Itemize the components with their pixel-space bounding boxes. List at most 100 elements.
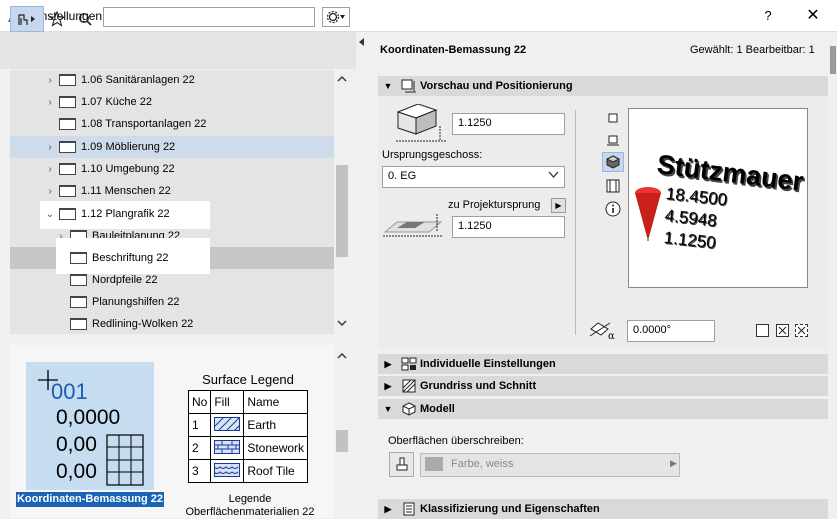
view-3d-icon[interactable] [602, 152, 624, 172]
help-button[interactable]: ? [756, 6, 780, 26]
collapse-left-icon[interactable] [359, 38, 365, 46]
folder-icon [59, 163, 76, 175]
panel-divider[interactable] [356, 32, 368, 518]
folder-icon [59, 141, 76, 153]
cross-box-checkbox[interactable] [776, 324, 789, 337]
tree-item[interactable]: › 1.07 Küche 22 [10, 91, 334, 113]
section-klassifizierung-header[interactable]: ▶ Klassifizierung und Eigenschaften [378, 499, 828, 519]
settings-gear-icon[interactable] [322, 7, 350, 27]
tree-scroll-thumb[interactable] [336, 165, 348, 257]
project-origin-toggle[interactable]: ▶ [551, 198, 566, 213]
favorites-star-icon[interactable] [45, 6, 69, 32]
legend-table[interactable]: No Fill Name 1 Earth 2 Stonework 3 Roof … [187, 390, 309, 483]
right-scrollbar[interactable] [829, 32, 837, 518]
legend-header-name: Name [243, 390, 309, 414]
surface-select[interactable]: Farbe, weiss [420, 453, 680, 477]
tree-item-selected[interactable]: › 1.09 Möblierung 22 [10, 136, 334, 158]
view-film-icon[interactable] [602, 176, 624, 196]
folder-icon [70, 296, 87, 308]
dashed-cross-checkbox[interactable] [795, 324, 808, 337]
tree-item-label: 1.10 Umgebung 22 [81, 163, 175, 175]
tree-item-label: Beschriftung 22 [92, 252, 169, 264]
separator [575, 110, 576, 335]
tree-item[interactable]: Nordpfeile 22 [10, 269, 334, 291]
legend-row: 2 Stonework [187, 436, 309, 460]
tile-line: 0,0000 [56, 406, 121, 429]
left-toolbar [0, 32, 356, 69]
storey-label: Ursprungsgeschoss: [382, 149, 483, 161]
preview-position-icon [398, 79, 420, 93]
fill-swatch-stonework [210, 436, 245, 460]
elevation-plane-icon [383, 214, 443, 237]
right-scroll-thumb[interactable] [830, 46, 836, 74]
tree-item[interactable]: › 1.06 Sanitäranlagen 22 [10, 70, 334, 91]
legend-name: Roof Tile [243, 459, 309, 483]
custom-settings-icon [398, 357, 420, 371]
legend-row: 1 Earth [187, 413, 309, 437]
scroll-up-icon[interactable] [337, 76, 347, 82]
legend-name: Stonework [243, 436, 309, 460]
preview3d-line: 1.1250 [663, 228, 717, 253]
close-button[interactable]: ✕ [798, 6, 828, 26]
object-3d-preview[interactable]: Stützmauer 18.4500 4.5948 1.1250 [628, 108, 808, 288]
legend-no: 3 [187, 459, 212, 483]
tree-item[interactable]: Beschriftung 22 [10, 247, 334, 269]
tree-item-label: Redlining-Wolken 22 [92, 318, 194, 330]
preview-scroll-thumb[interactable] [336, 430, 348, 452]
preview3d-line: 4.5948 [664, 206, 718, 231]
tree-item[interactable]: Redlining-Wolken 22 [10, 313, 334, 334]
fill-swatch-roof-tile [210, 459, 245, 483]
legend-no: 2 [187, 436, 212, 460]
chevron-down-icon [548, 171, 559, 178]
tree-item[interactable]: 1.08 Transportanlagen 22 [10, 113, 334, 135]
tree-item-label: 1.08 Transportanlagen 22 [81, 118, 207, 130]
scroll-up-icon[interactable] [337, 353, 347, 359]
view-plan-icon[interactable] [602, 131, 624, 151]
tree-item[interactable]: Planungshilfen 22 [10, 291, 334, 313]
legend-caption-line: Legende [228, 493, 272, 505]
tree-item[interactable]: ⌄ 1.12 Plangrafik 22 [10, 203, 334, 225]
section-modell-header[interactable]: ▼ Modell [378, 399, 828, 419]
marker-cone-icon [635, 187, 661, 241]
section-individuell-header[interactable]: ▶ Individuelle Einstellungen [378, 354, 828, 374]
legend-caption-line: Oberflächenmaterialien 22 [185, 506, 315, 518]
empty-box-checkbox[interactable] [756, 324, 769, 337]
folder-icon [59, 74, 76, 86]
search-input[interactable] [103, 7, 315, 27]
tile-caption[interactable]: Koordinaten-Bemassung 22 [16, 492, 164, 507]
surface-override-label: Oberflächen überschreiben: [388, 435, 524, 447]
collapse-arrow-icon[interactable]: ⌄ [45, 209, 55, 220]
height-field[interactable]: 1.1250 [452, 113, 565, 135]
project-origin-label: zu Projektursprung [448, 199, 541, 211]
object-preview-tile[interactable]: 001 0,0000 0,00 0,00 [26, 362, 154, 490]
grid-icon [106, 434, 144, 486]
folder-icon [59, 208, 76, 220]
storey-select[interactable]: 0. EG [382, 166, 565, 188]
tree-item-label: Nordpfeile 22 [92, 274, 158, 286]
expand-arrow-icon[interactable]: › [45, 186, 55, 197]
section-collapsed-icon: ▶ [384, 503, 392, 514]
expand-arrow-icon[interactable]: › [45, 75, 55, 86]
section-vorschau-label: Vorschau und Positionierung [420, 80, 573, 92]
section-grundriss-header[interactable]: ▶ Grundriss und Schnitt [378, 376, 828, 396]
project-origin-field[interactable]: 1.1250 [452, 216, 565, 238]
tree-item[interactable]: › 1.11 Menschen 22 [10, 180, 334, 202]
section-expanded-icon: ▼ [383, 81, 393, 91]
section-expanded-icon: ▼ [383, 404, 393, 414]
legend-header-fill: Fill [210, 390, 245, 414]
expand-arrow-icon[interactable]: › [45, 142, 55, 153]
section-vorschau-header[interactable]: ▼ Vorschau und Positionierung [378, 76, 828, 96]
info-icon[interactable] [602, 199, 624, 219]
paint-brush-icon[interactable] [389, 452, 414, 477]
view-square-icon[interactable] [602, 108, 624, 128]
search-icon[interactable] [73, 6, 97, 32]
expand-arrow-icon[interactable]: › [45, 97, 55, 108]
angle-field[interactable]: 0.0000° [627, 320, 715, 342]
tree-item-label: 1.12 Plangrafik 22 [81, 208, 170, 220]
filter-icon[interactable] [10, 6, 44, 32]
expand-arrow-icon[interactable]: › [45, 164, 55, 175]
scroll-down-icon[interactable] [337, 320, 347, 326]
selection-status: Gewählt: 1 Bearbeitbar: 1 [690, 44, 815, 56]
legend-caption[interactable]: Legende Oberflächenmaterialien 22 [176, 493, 324, 519]
tree-item[interactable]: › 1.10 Umgebung 22 [10, 158, 334, 180]
